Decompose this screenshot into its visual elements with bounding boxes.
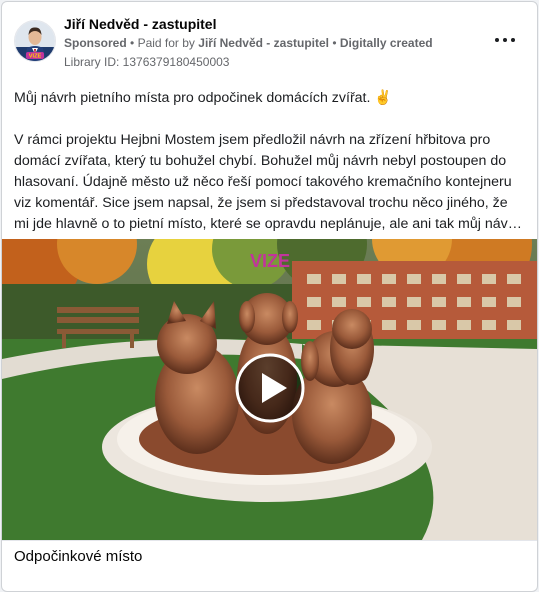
divider: [2, 540, 537, 541]
media-caption: Odpočinkové místo: [14, 548, 143, 565]
video-thumbnail[interactable]: VIZE: [2, 239, 537, 540]
post-lead: Můj návrh pietního místa pro odpočinek d…: [14, 90, 393, 106]
avatar-badge: VIZE: [29, 54, 42, 60]
ad-meta: Sponsored • Paid for by Jiří Nedvěd - za…: [64, 36, 433, 50]
more-options-icon[interactable]: [495, 32, 515, 48]
play-button-icon[interactable]: [235, 353, 305, 423]
post-text: Můj návrh pietního místa pro odpočinek d…: [14, 88, 526, 235]
ad-header: VIZE Jiří Nedvěd - zastupitel Sponsored …: [2, 2, 537, 74]
ad-card: VIZE Jiří Nedvěd - zastupitel Sponsored …: [1, 1, 538, 592]
video-watermark: VIZE: [250, 251, 290, 271]
avatar-portrait: VIZE: [15, 21, 55, 61]
meta-separator-2: •: [332, 36, 337, 50]
post-body[interactable]: V rámci projektu Hejbni Mostem jsem před…: [14, 130, 526, 235]
library-id: Library ID: 1376379180450003: [64, 55, 230, 69]
page-name[interactable]: Jiří Nedvěd - zastupitel: [64, 16, 216, 32]
avatar[interactable]: VIZE: [14, 20, 56, 62]
paid-for-name[interactable]: Jiří Nedvěd - zastupitel: [198, 36, 329, 50]
digitally-created-label: Digitally created: [339, 36, 433, 50]
sponsored-label: Sponsored: [64, 36, 127, 50]
meta-separator: •: [130, 36, 135, 50]
paid-for-prefix: Paid for by: [137, 36, 195, 50]
